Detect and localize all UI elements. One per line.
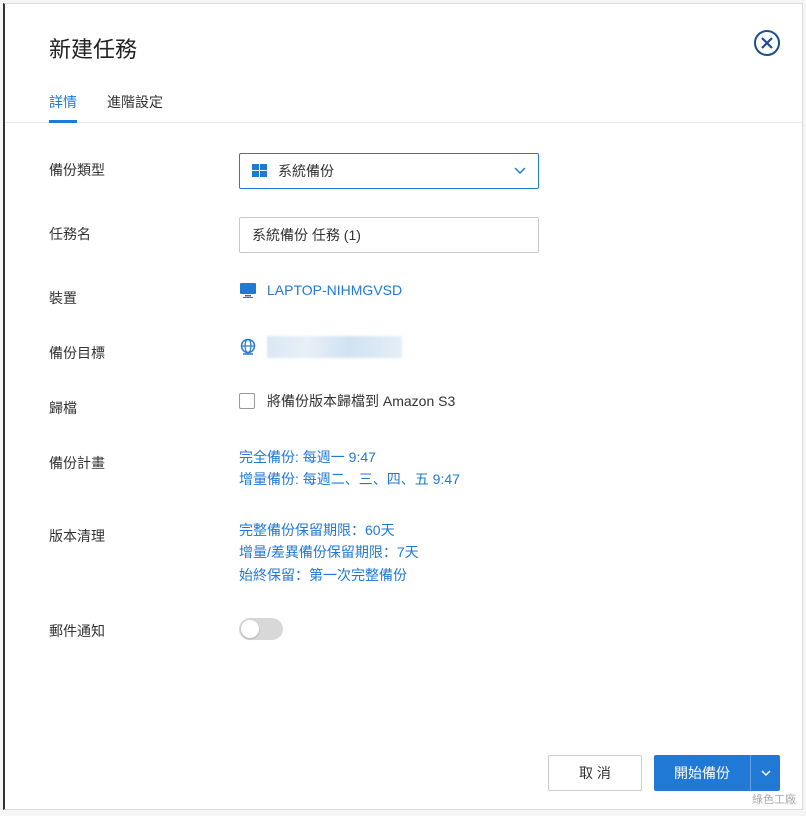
cleanup-full-link[interactable]: 完整備份保留期限：60天 xyxy=(239,519,758,541)
row-backup-type: 備份類型 系統備份 xyxy=(49,153,758,189)
task-name-input[interactable] xyxy=(239,217,539,253)
row-archive: 歸檔 將備份版本歸檔到 Amazon S3 xyxy=(49,391,758,418)
monitor-icon xyxy=(239,281,257,299)
row-cleanup: 版本清理 完整備份保留期限：60天 增量/差異備份保留期限：7天 始終保留：第一… xyxy=(49,519,758,586)
row-email: 郵件通知 xyxy=(49,614,758,641)
label-task-name: 任務名 xyxy=(49,217,239,244)
tab-advanced[interactable]: 進階設定 xyxy=(107,92,163,122)
close-button[interactable] xyxy=(754,30,780,56)
target-value-redacted[interactable] xyxy=(267,336,402,358)
archive-checkbox-label: 將備份版本歸檔到 Amazon S3 xyxy=(267,391,455,411)
dialog-title: 新建任務 xyxy=(49,32,758,64)
label-cleanup: 版本清理 xyxy=(49,519,239,546)
tabs: 詳情 進階設定 xyxy=(5,64,802,123)
cleanup-incremental-link[interactable]: 增量/差異備份保留期限：7天 xyxy=(239,541,758,563)
chevron-down-icon xyxy=(761,770,771,777)
start-backup-dropdown[interactable] xyxy=(750,755,780,791)
label-backup-type: 備份類型 xyxy=(49,153,239,180)
cancel-button[interactable]: 取 消 xyxy=(548,755,642,791)
label-target: 備份目標 xyxy=(49,336,239,363)
close-icon xyxy=(760,36,774,50)
label-device: 裝置 xyxy=(49,281,239,308)
tab-details[interactable]: 詳情 xyxy=(49,92,77,122)
globe-icon xyxy=(239,338,257,356)
watermark: 綠色工廠 xyxy=(752,791,796,807)
archive-checkbox[interactable] xyxy=(239,393,255,409)
backup-type-select[interactable]: 系統備份 xyxy=(239,153,539,189)
schedule-full-link[interactable]: 完全備份: 每週一 9:47 xyxy=(239,446,758,468)
schedule-incremental-link[interactable]: 增量備份: 每週二、三、四、五 9:47 xyxy=(239,468,758,490)
label-email: 郵件通知 xyxy=(49,614,239,641)
label-schedule: 備份計畫 xyxy=(49,446,239,473)
start-backup-button[interactable]: 開始備份 xyxy=(654,755,750,791)
chevron-down-icon xyxy=(514,162,526,180)
windows-icon xyxy=(252,163,268,179)
row-target: 備份目標 xyxy=(49,336,758,363)
dialog-footer: 取 消 開始備份 xyxy=(5,737,802,809)
new-task-dialog: 新建任務 詳情 進階設定 備份類型 系統備份 xyxy=(3,3,803,810)
row-device: 裝置 LAPTOP-NIHMGVSD xyxy=(49,281,758,308)
start-backup-split-button: 開始備份 xyxy=(654,755,780,791)
device-name-link[interactable]: LAPTOP-NIHMGVSD xyxy=(267,282,402,298)
row-task-name: 任務名 xyxy=(49,217,758,253)
dialog-content: 備份類型 系統備份 任務名 裝置 xyxy=(5,123,802,689)
label-archive: 歸檔 xyxy=(49,391,239,418)
email-toggle[interactable] xyxy=(239,618,283,640)
cleanup-keep-link[interactable]: 始終保留：第一次完整備份 xyxy=(239,564,758,586)
backup-type-value: 系統備份 xyxy=(278,161,514,181)
row-schedule: 備份計畫 完全備份: 每週一 9:47 增量備份: 每週二、三、四、五 9:47 xyxy=(49,446,758,491)
dialog-header: 新建任務 xyxy=(5,4,802,64)
